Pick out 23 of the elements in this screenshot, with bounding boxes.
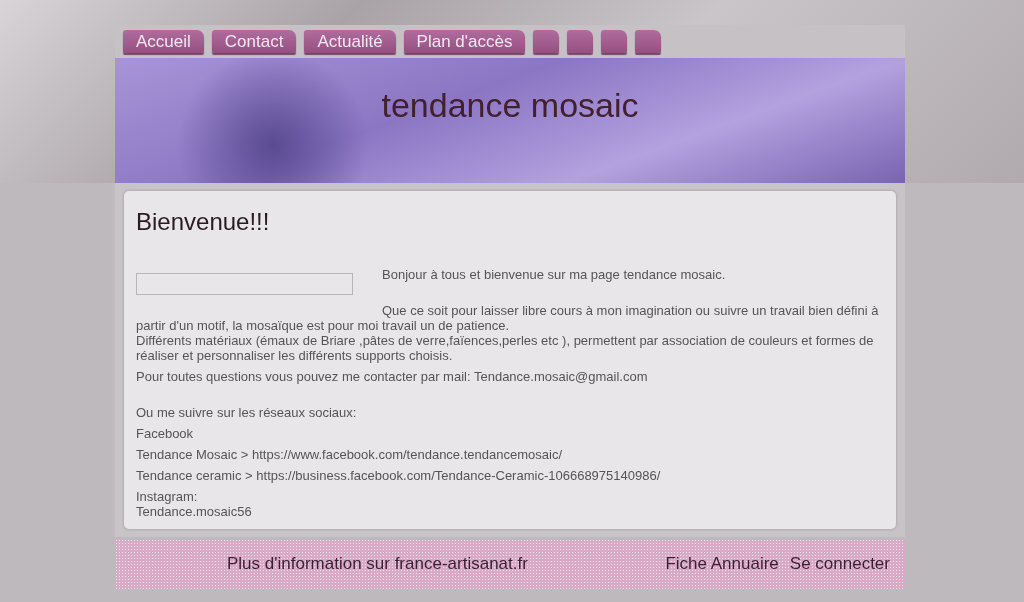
nav-tab[interactable] bbox=[635, 30, 662, 53]
contact-text: Pour toutes questions vous pouvez me contacter par mail: Tendance.mosaic@gmail.com bbox=[136, 369, 649, 384]
paragraph-text: Que ce soit pour laisser libre cours à mon imagination ou suivre un travail bien défini à partir d'un motif, la mosaïque est pour moi travail un de patience. bbox=[136, 303, 880, 333]
nav-tab[interactable] bbox=[533, 30, 560, 53]
nav-tab[interactable] bbox=[567, 30, 594, 53]
instagram-label: Instagram: bbox=[136, 489, 199, 504]
nav-tab[interactable] bbox=[601, 30, 628, 53]
intro-text: Bonjour à tous et bienvenue sur ma page tendance mosaic. bbox=[381, 267, 727, 282]
nav-tab[interactable]: Contact bbox=[211, 30, 297, 53]
social-link-text: Facebook bbox=[136, 426, 195, 441]
footer-link[interactable]: Plus d'information sur france-artisanat.fr bbox=[227, 554, 528, 574]
footer-link[interactable]: Fiche Annuaire bbox=[665, 554, 779, 574]
nav-tab[interactable]: Actualité bbox=[304, 30, 396, 53]
social-link-text: Tendance Mosaic > https://www.facebook.com/tendance.tendancemosaic/ bbox=[136, 447, 563, 462]
nav-tab[interactable]: Plan d'accès bbox=[403, 30, 526, 53]
footer-link[interactable]: Se connecter bbox=[789, 554, 890, 574]
instagram-handle: Tendance.mosaic56 bbox=[136, 504, 253, 519]
site-title: tendance mosaic bbox=[381, 85, 639, 125]
nav-tab[interactable]: Accueil bbox=[123, 30, 204, 53]
social-link-text: Tendance ceramic > https://business.facebook.com/Tendance-Ceramic-106668975140986/ bbox=[136, 468, 662, 483]
page-heading: Bienvenue!!! bbox=[136, 207, 271, 237]
paragraph-text: Différents matériaux (émaux de Briare ,pâtes de verre,faïences,perles etc ), permettent par association de couleurs et formes de réaliser et personnaliser les différents supports choisis. bbox=[136, 333, 875, 363]
social-intro-text: Ou me suivre sur les réseaux sociaux: bbox=[136, 405, 358, 420]
